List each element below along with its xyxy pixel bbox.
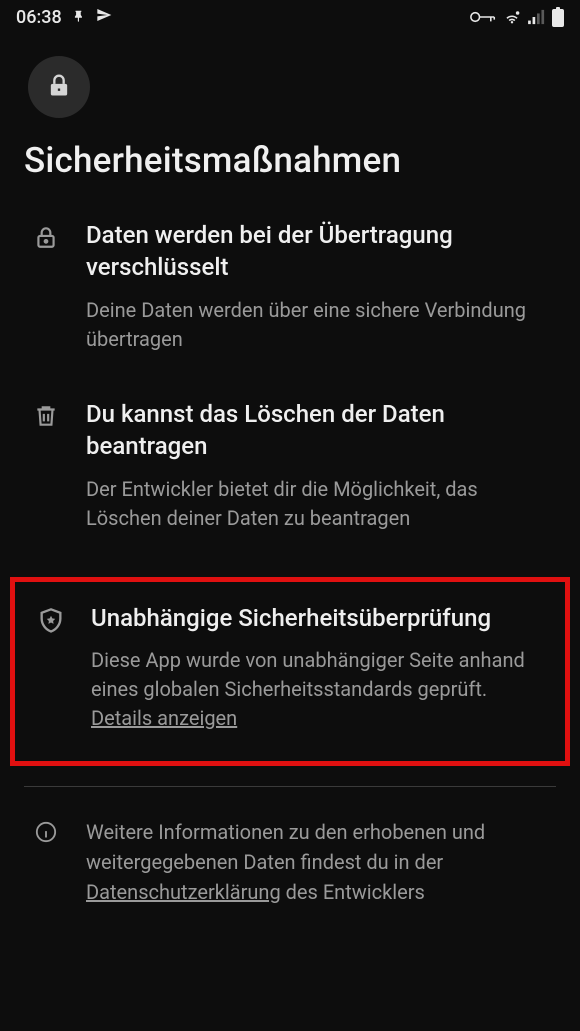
item-title: Unabhängige Sicherheitsüberprüfung: [91, 602, 549, 634]
footer-text: Weitere Informationen zu den erhobenen u…: [66, 817, 554, 907]
item-desc: Der Entwickler bietet dir die Möglichkei…: [86, 475, 554, 533]
privacy-policy-link[interactable]: Datenschutzerklärung: [86, 880, 281, 904]
item-desc: Deine Daten werden über eine sichere Ver…: [86, 296, 554, 354]
desc-text: Diese App wurde von unabhängiger Seite a…: [91, 648, 525, 701]
status-bar: 06:38: [0, 0, 580, 34]
details-link[interactable]: Details anzeigen: [91, 706, 237, 730]
signal-icon: [528, 9, 546, 25]
security-item-encryption: Daten werden bei der Übertragung verschl…: [0, 219, 580, 354]
info-icon: [35, 821, 57, 847]
trash-icon: [33, 403, 59, 433]
security-item-independent-review: Unabhängige Sicherheitsüberprüfung Diese…: [31, 602, 549, 733]
security-item-delete: Du kannst das Löschen der Daten beantrag…: [0, 398, 580, 533]
item-title: Daten werden bei der Übertragung verschl…: [86, 219, 554, 284]
pin-icon: [72, 7, 86, 28]
status-time: 06:38: [16, 7, 62, 28]
send-icon: [96, 7, 112, 28]
item-title: Du kannst das Löschen der Daten beantrag…: [86, 398, 554, 463]
wifi-icon: [502, 9, 522, 25]
vpn-key-icon: [470, 9, 496, 25]
shield-star-icon: [37, 607, 65, 639]
header-lock-badge: [28, 56, 90, 118]
page-title: Sicherheitsmaßnahmen: [0, 140, 580, 181]
highlight-annotation: Unabhängige Sicherheitsüberprüfung Diese…: [10, 577, 570, 766]
footer-info: Weitere Informationen zu den erhobenen u…: [0, 787, 580, 907]
battery-icon: [552, 7, 564, 27]
lock-icon: [33, 224, 59, 254]
lock-icon: [45, 71, 73, 103]
item-desc: Diese App wurde von unabhängiger Seite a…: [91, 646, 549, 733]
